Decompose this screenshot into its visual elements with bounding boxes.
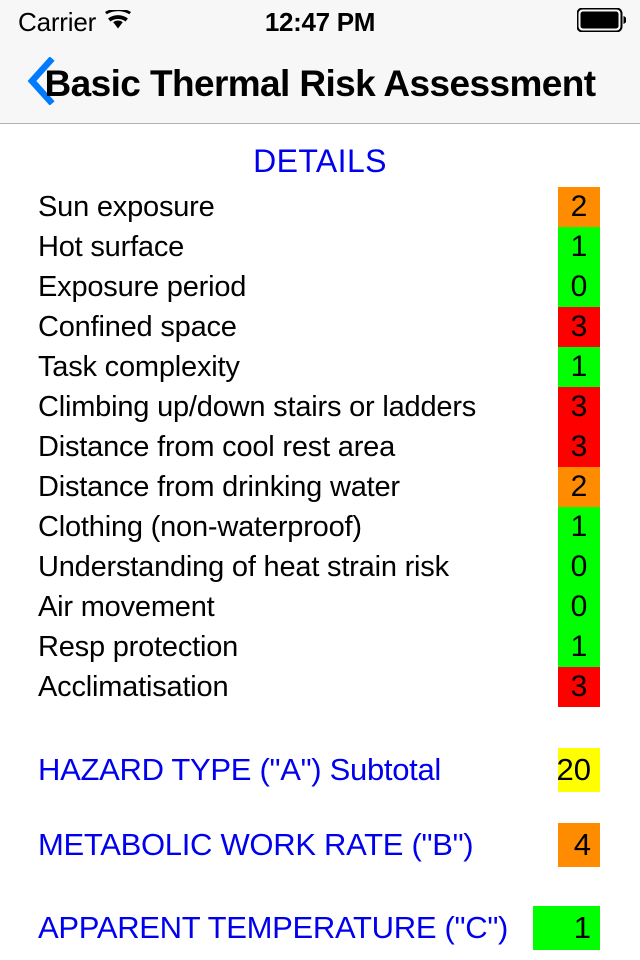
detail-row-label: Acclimatisation <box>38 670 229 703</box>
summary-row-score: 1 <box>533 906 600 950</box>
detail-row-score: 1 <box>558 507 600 547</box>
detail-row-label: Confined space <box>38 310 237 343</box>
detail-row-label: Air movement <box>38 590 215 623</box>
summary-row[interactable]: HAZARD TYPE ("A") Subtotal 20 <box>0 748 640 792</box>
detail-row[interactable]: Air movement 0 <box>0 587 640 627</box>
detail-row-label: Task complexity <box>38 350 240 383</box>
detail-row-score: 3 <box>558 427 600 467</box>
detail-row-label: Sun exposure <box>38 190 215 223</box>
detail-row-label: Clothing (non-waterproof) <box>38 510 362 543</box>
summary-row-label: APPARENT TEMPERATURE ("C") <box>38 910 509 945</box>
detail-row[interactable]: Sun exposure 2 <box>0 187 640 227</box>
detail-row-score: 0 <box>558 267 600 307</box>
detail-row[interactable]: Task complexity 1 <box>0 347 640 387</box>
detail-row[interactable]: Confined space 3 <box>0 307 640 347</box>
detail-row[interactable]: Distance from drinking water 2 <box>0 467 640 507</box>
detail-row-label: Distance from drinking water <box>38 470 400 503</box>
status-bar: Carrier 12:47 PM <box>0 0 640 44</box>
detail-row[interactable]: Hot surface 1 <box>0 227 640 267</box>
navigation-bar: Basic Thermal Risk Assessment <box>0 44 640 124</box>
detail-row-score: 2 <box>558 187 600 227</box>
detail-row-label: Exposure period <box>38 270 247 303</box>
detail-row[interactable]: Resp protection 1 <box>0 627 640 667</box>
detail-row[interactable]: Exposure period 0 <box>0 267 640 307</box>
details-list: Sun exposure 2 Hot surface 1 Exposure period… <box>0 187 640 707</box>
detail-row-label: Resp protection <box>38 630 239 663</box>
detail-row-label: Hot surface <box>38 230 185 263</box>
detail-row-score: 3 <box>558 307 600 347</box>
app-screen: Carrier 12:47 PM Basic Thermal Risk Asse… <box>0 0 640 960</box>
summary-row[interactable]: METABOLIC WORK RATE ("B") 4 <box>0 823 640 867</box>
detail-row-score: 1 <box>558 627 600 667</box>
summary-row-label: HAZARD TYPE ("A") Subtotal <box>38 752 441 787</box>
detail-row-label: Understanding of heat strain risk <box>38 550 449 583</box>
detail-row-label: Climbing up/down stairs or ladders <box>38 390 477 423</box>
detail-row-score: 1 <box>558 347 600 387</box>
battery-full-icon <box>576 7 627 37</box>
detail-row[interactable]: Climbing up/down stairs or ladders 3 <box>0 387 640 427</box>
detail-row[interactable]: Understanding of heat strain risk 0 <box>0 547 640 587</box>
summary-row-score: 4 <box>558 823 600 867</box>
detail-row[interactable]: Clothing (non-waterproof) 1 <box>0 507 640 547</box>
detail-row[interactable]: Acclimatisation 3 <box>0 667 640 707</box>
status-bar-clock: 12:47 PM <box>264 6 376 37</box>
page-title: Basic Thermal Risk Assessment <box>44 62 597 104</box>
detail-row-score: 0 <box>558 587 600 627</box>
detail-row-score: 1 <box>558 227 600 267</box>
detail-row-score: 2 <box>558 467 600 507</box>
detail-row-score: 0 <box>558 547 600 587</box>
detail-row-score: 3 <box>558 387 600 427</box>
detail-row-label: Distance from cool rest area <box>38 430 396 463</box>
summary-row[interactable]: APPARENT TEMPERATURE ("C") 1 <box>0 906 640 950</box>
summary-row-score: 20 <box>557 748 600 792</box>
detail-row[interactable]: Distance from cool rest area 3 <box>0 427 640 467</box>
status-bar-right <box>576 0 627 44</box>
details-section-header: DETAILS <box>253 143 387 179</box>
detail-row-score: 3 <box>558 667 600 707</box>
summary-row-label: METABOLIC WORK RATE ("B") <box>38 827 474 862</box>
